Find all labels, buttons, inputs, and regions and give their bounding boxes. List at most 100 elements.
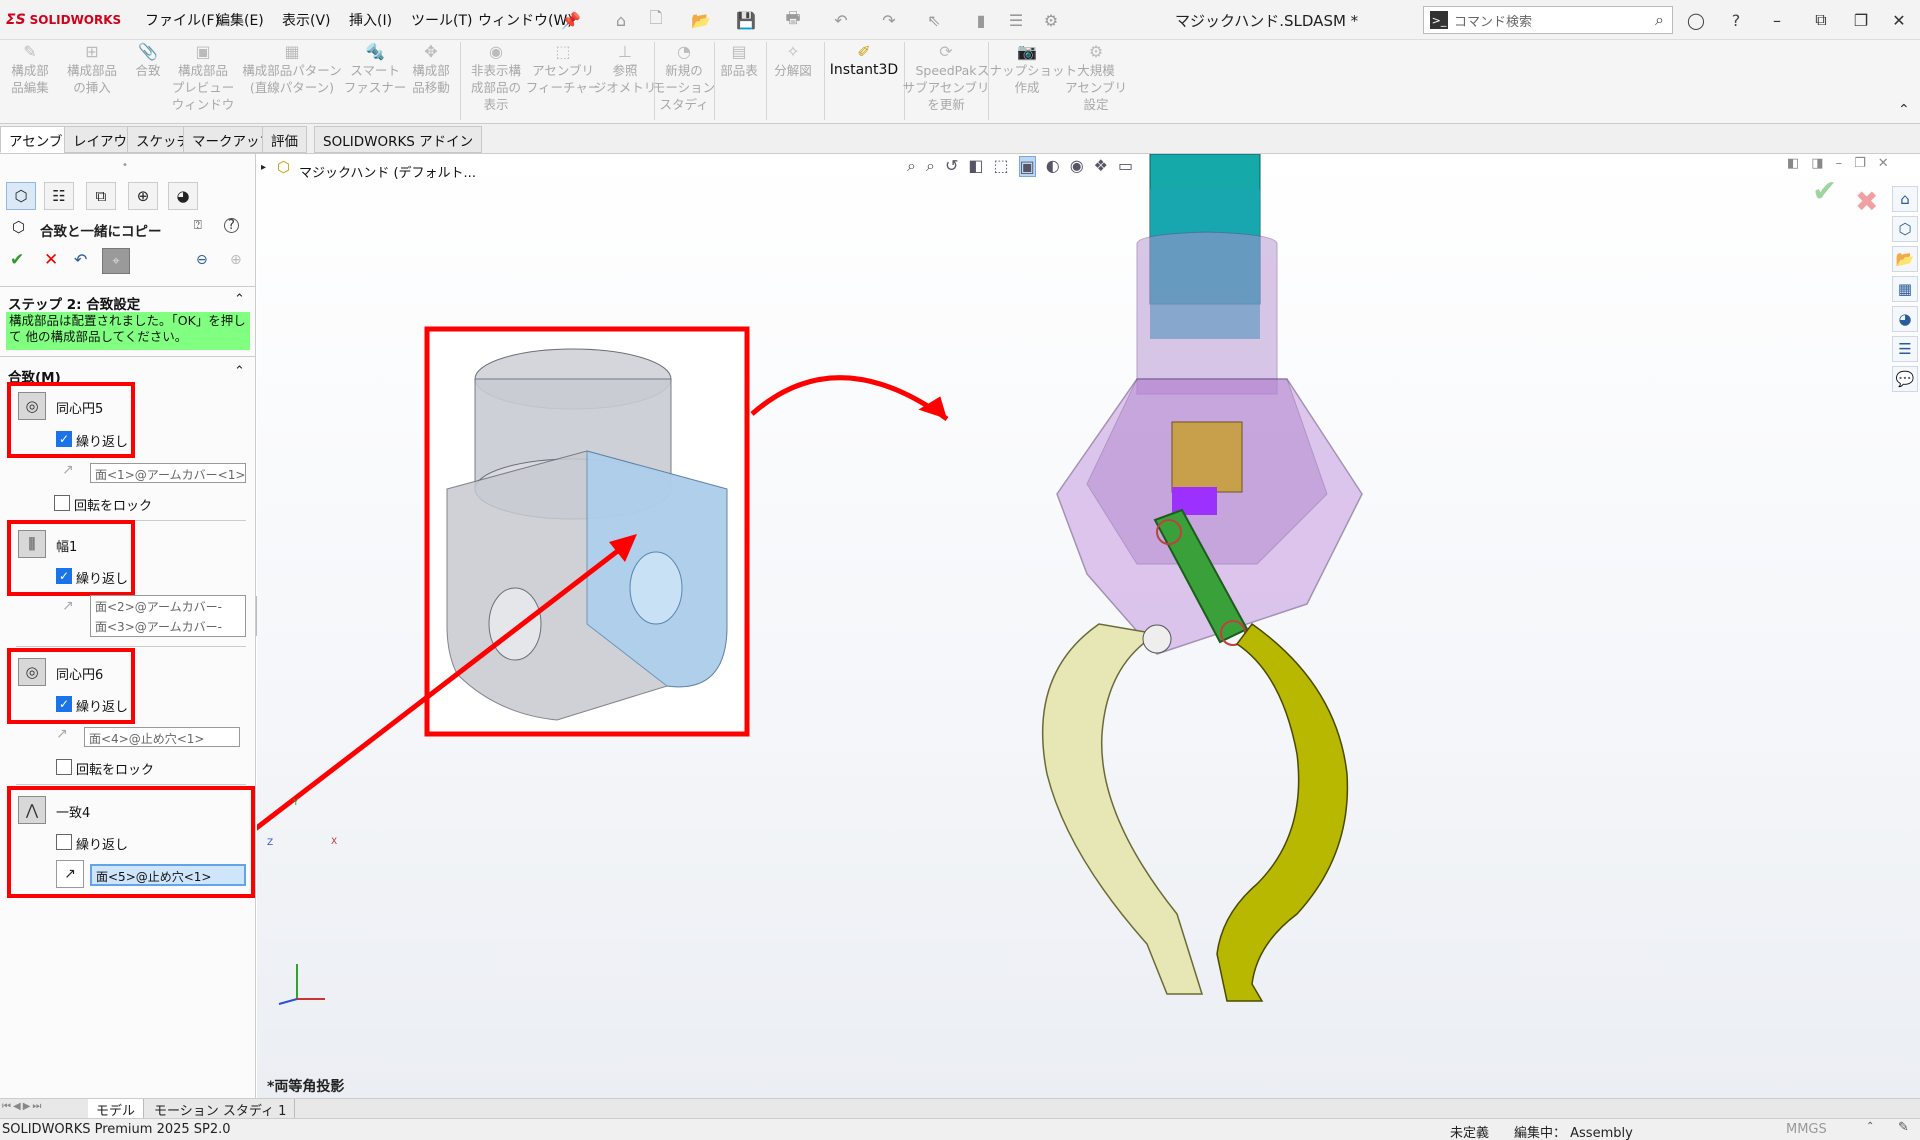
collapse-chevron-icon[interactable]: ⌃ xyxy=(234,292,245,307)
menu-tools[interactable]: ツール(T) xyxy=(411,10,472,30)
menu-window[interactable]: ウィンドウ(W) xyxy=(478,10,573,30)
ok-check-icon[interactable]: ✔ xyxy=(10,250,24,270)
reference-geometry-button[interactable]: ⊥ 参照 ジオメトリ xyxy=(594,42,657,96)
repeat-checkbox[interactable]: ✓ xyxy=(56,431,72,447)
smart-fastener-button[interactable]: 🔩 スマート ファスナー xyxy=(344,42,407,96)
tooltip-icon[interactable]: ✎ xyxy=(1898,1120,1909,1135)
show-hidden-components-button[interactable]: ◉ 非表示構 成部品の 表示 xyxy=(462,42,530,113)
mate-reference-field[interactable]: 面<1>@アームカバー<1> xyxy=(90,463,246,483)
configuration-manager-tab-icon[interactable]: ⧉ xyxy=(86,182,116,210)
linear-pattern-button[interactable]: ▦ 構成部品パターン (直線パターン) xyxy=(240,42,344,96)
tab-model[interactable]: モデル xyxy=(88,1099,145,1119)
divider xyxy=(0,356,256,357)
exploded-view-icon: ✧ xyxy=(786,42,800,61)
command-search-input[interactable]: >_ コマンド検索 ⌕ xyxy=(1423,6,1673,34)
lock-rotation-checkbox[interactable] xyxy=(54,495,70,511)
user-account-icon[interactable]: ◯ xyxy=(1685,9,1707,31)
assembly-features-button[interactable]: ⬚ アセンブリ フィーチャー xyxy=(526,42,601,96)
mate-reference-field[interactable]: 面<4>@止め穴<1> xyxy=(84,727,240,747)
file-properties-icon[interactable]: ☰ xyxy=(1005,9,1027,31)
restore-icon[interactable]: ❐ xyxy=(1850,9,1872,31)
open-icon[interactable]: 📂 xyxy=(690,9,712,31)
save-icon[interactable]: 💾 xyxy=(735,9,757,31)
close-icon[interactable]: ✕ xyxy=(1888,9,1910,31)
search-icon[interactable]: ⌕ xyxy=(1655,10,1664,30)
repeat-label: 繰り返し xyxy=(76,700,129,715)
collapse-chevron-icon[interactable]: ⌃ xyxy=(234,364,245,379)
collapse-ribbon-icon[interactable]: ⌃ xyxy=(1898,102,1910,118)
repeat-checkbox[interactable]: ✓ xyxy=(56,696,72,712)
redo-icon[interactable]: ↷ xyxy=(878,9,900,31)
menu-edit[interactable]: 編集(E) xyxy=(216,10,264,30)
definition-status: 未定義 xyxy=(1450,1126,1490,1140)
tile-icon[interactable]: ⧉ xyxy=(1810,9,1832,31)
help-icon[interactable]: ? xyxy=(224,218,239,233)
minimize-icon[interactable]: – xyxy=(1766,9,1788,31)
solidworks-logo[interactable]: ƩS SOLIDWORKS xyxy=(6,10,121,30)
bom-button[interactable]: ▤ 部品表 xyxy=(716,42,762,79)
component-preview-button[interactable]: ▣ 構成部品 プレビュー ウィンドウ xyxy=(168,42,238,113)
display-manager-tab-icon[interactable]: ◕ xyxy=(168,182,198,210)
coincident-icon: ⋀ xyxy=(18,796,46,824)
exploded-view-button[interactable]: ✧ 分解図 xyxy=(768,42,818,79)
triad-x-label: X xyxy=(331,837,338,847)
snapshot-button[interactable]: 📷 スナップショット 作成 xyxy=(977,42,1077,96)
divider xyxy=(16,646,246,647)
undo-icon[interactable]: ↶ xyxy=(830,9,852,31)
next-arrow-icon[interactable]: ⊕ xyxy=(230,252,242,268)
home-icon[interactable]: ⌂ xyxy=(610,9,632,31)
new-document-icon[interactable]: 🗋 xyxy=(645,8,667,31)
mate-reference-list[interactable]: 面<2>@アームカバー- 面<3>@アームカバー- xyxy=(90,595,246,637)
feature-manager-tab-icon[interactable]: ⬡ xyxy=(6,182,36,210)
pin-icon[interactable]: 📌 xyxy=(560,9,582,31)
brass-collar xyxy=(1171,421,1243,493)
menu-view[interactable]: 表示(V) xyxy=(282,10,331,30)
graphics-area[interactable]: ▸ ⬡ マジックハンド (デフォルト... ⌕ ⌕ ↺ ◧ ⬚ ▣ ◐ ◉ ❖ … xyxy=(257,154,1920,1098)
print-icon[interactable]: 🖶 xyxy=(782,8,804,31)
menu-file[interactable]: ファイル(F) xyxy=(145,10,220,30)
repeat-checkbox[interactable]: ✓ xyxy=(56,568,72,584)
menu-insert[interactable]: 挿入(I) xyxy=(349,10,392,30)
repeat-checkbox[interactable] xyxy=(56,834,72,850)
tab-motion-study[interactable]: モーション スタディ 1 xyxy=(146,1099,296,1119)
mate-button[interactable]: 📎 合致 xyxy=(128,42,168,79)
large-assembly-settings-button[interactable]: ⚙ 大規模 アセンブリ 設定 xyxy=(1065,42,1127,113)
reference-geometry-icon: ⊥ xyxy=(618,42,632,61)
next-tab-icon[interactable]: ▶ xyxy=(23,1101,31,1112)
options-gear-icon[interactable]: ⚙ xyxy=(1040,9,1062,31)
help-icon[interactable]: ? xyxy=(1725,9,1747,31)
tab-solidworks-addins[interactable]: SOLIDWORKS アドイン xyxy=(314,126,483,153)
triad-z-axis xyxy=(278,998,298,1005)
cancel-x-icon[interactable]: ✕ xyxy=(44,250,58,270)
first-tab-icon[interactable]: ⏮ xyxy=(2,1101,11,1112)
units-status[interactable]: MMGS xyxy=(1786,1122,1827,1137)
whats-wrong-icon[interactable]: ⍰ xyxy=(194,218,202,233)
tab-evaluate[interactable]: 評価 xyxy=(262,126,307,153)
reference-item[interactable]: 面<3>@アームカバー- xyxy=(91,616,245,636)
undo-icon[interactable]: ↶ xyxy=(74,250,87,269)
panel-grip[interactable]: • xyxy=(122,160,128,171)
jaw-pivot xyxy=(1142,624,1172,654)
rebuild-icon[interactable]: ▮ xyxy=(970,9,992,31)
insert-component-button[interactable]: ⊞ 構成部品 の挿入 xyxy=(60,42,124,96)
select-icon[interactable]: ⇖ xyxy=(923,9,945,31)
back-arrow-icon[interactable]: ⊖ xyxy=(196,252,208,268)
separator xyxy=(766,42,767,120)
pushpin-icon[interactable]: ⌖ xyxy=(102,248,130,274)
speedpak-update-button[interactable]: ⟳ SpeedPak サブアセンブリ を更新 xyxy=(903,42,990,113)
mate-reference-field-active[interactable]: 面<5>@止め穴<1> xyxy=(90,864,246,886)
dimxpert-tab-icon[interactable]: ⊕ xyxy=(128,182,158,210)
last-tab-icon[interactable]: ⏭ xyxy=(32,1101,41,1112)
prev-tab-icon[interactable]: ◀ xyxy=(13,1101,21,1112)
new-motion-study-button[interactable]: ◔ 新規の モーション スタディ xyxy=(653,42,715,113)
units-chevron-icon[interactable]: ⌃ xyxy=(1866,1121,1874,1132)
reference-arrow-icon[interactable]: ↗ xyxy=(56,860,84,888)
triad-y-label: Y xyxy=(293,798,299,808)
reference-arrow-icon: ↗ xyxy=(62,462,74,478)
edit-component-button[interactable]: ✎ 構成部 品編集 xyxy=(4,42,56,96)
reference-item[interactable]: 面<2>@アームカバー- xyxy=(91,596,245,616)
property-manager-tab-icon[interactable]: ☷ xyxy=(44,182,74,210)
lock-rotation-checkbox[interactable] xyxy=(56,759,72,775)
move-component-button[interactable]: ✥ 構成部 品移動 xyxy=(404,42,458,96)
instant3d-button[interactable]: ✐ Instant3D xyxy=(826,42,902,79)
